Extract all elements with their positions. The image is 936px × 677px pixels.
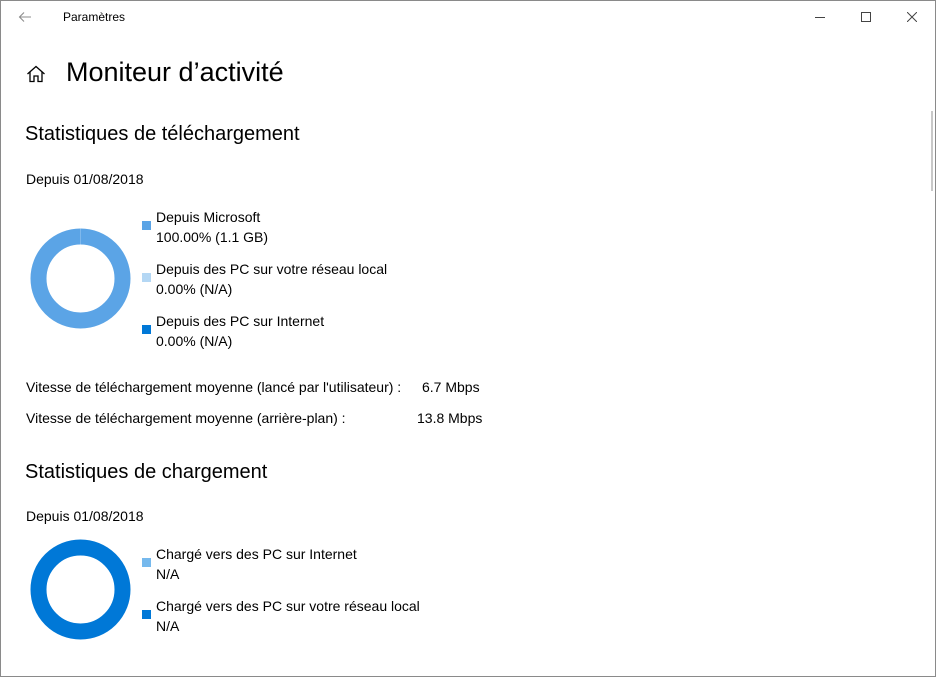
legend-value: 0.00% (N/A) — [156, 281, 233, 297]
legend-label: Depuis Microsoft — [156, 209, 261, 225]
speed-background-value: 13.8 Mbps — [417, 410, 483, 426]
maximize-button[interactable] — [843, 1, 889, 33]
legend-swatch — [142, 221, 151, 230]
legend-value: N/A — [156, 618, 180, 634]
legend-label: Chargé vers des PC sur votre réseau loca… — [156, 598, 420, 614]
legend-label: Depuis des PC sur votre réseau local — [156, 261, 388, 277]
upload-section-title: Statistiques de chargement — [25, 461, 268, 483]
page-title: Moniteur d’activité — [66, 57, 284, 87]
legend-swatch — [142, 558, 151, 567]
home-icon — [27, 65, 45, 83]
legend-swatch — [142, 325, 151, 334]
back-button[interactable] — [1, 1, 49, 33]
minimize-button[interactable] — [797, 1, 843, 33]
upload-since-date: Depuis 01/08/2018 — [26, 508, 144, 524]
scrollbar[interactable] — [931, 111, 933, 191]
download-section-title: Statistiques de téléchargement — [25, 123, 300, 145]
legend-label: Chargé vers des PC sur Internet — [156, 546, 357, 562]
minimize-icon — [815, 17, 825, 18]
window-title: Paramètres — [63, 10, 126, 24]
settings-window: Paramètres Moniteur d’activité Statistiq… — [0, 0, 936, 677]
legend-label: Depuis des PC sur Internet — [156, 313, 325, 329]
home-button[interactable] — [25, 63, 47, 85]
maximize-icon — [861, 12, 871, 22]
download-ring-microsoft — [30, 228, 131, 329]
close-icon — [907, 12, 917, 22]
back-arrow-icon — [18, 12, 31, 22]
download-since-date: Depuis 01/08/2018 — [26, 171, 144, 187]
close-button[interactable] — [889, 1, 935, 33]
legend-value: 100.00% (1.1 GB) — [156, 229, 269, 245]
speed-user-label: Vitesse de téléchargement moyenne (lancé… — [26, 379, 402, 395]
speed-user-value: 6.7 Mbps — [422, 379, 480, 395]
legend-swatch — [142, 273, 151, 282]
legend-value: N/A — [156, 566, 180, 582]
title-bar: Paramètres — [1, 1, 935, 33]
download-donut-chart — [30, 228, 131, 329]
upload-donut-chart — [30, 539, 131, 640]
legend-swatch — [142, 610, 151, 619]
legend-value: 0.00% (N/A) — [156, 333, 233, 349]
upload-ring — [30, 539, 131, 640]
speed-background-label: Vitesse de téléchargement moyenne (arriè… — [26, 410, 346, 426]
